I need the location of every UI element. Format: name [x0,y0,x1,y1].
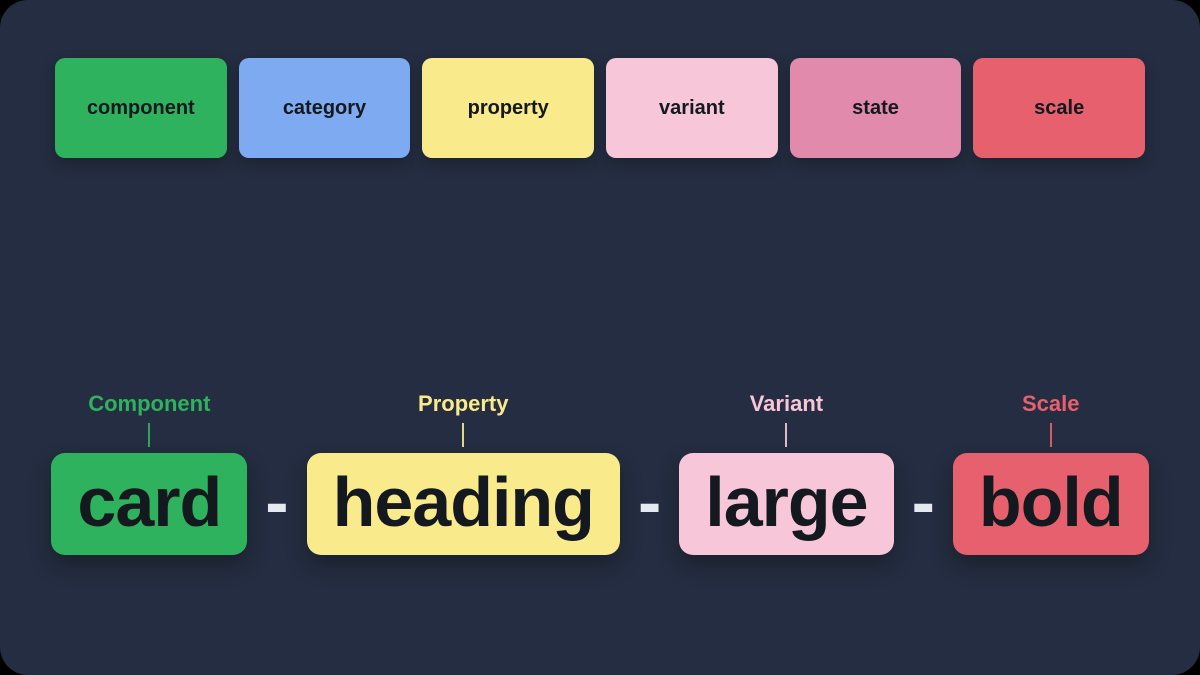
legend-chip-category: category [239,58,411,158]
connector-line [1050,423,1052,447]
separator-dash: - [638,467,661,555]
legend-chip-component: component [55,58,227,158]
token-caption: Property [418,391,508,417]
separator-dash: - [912,467,935,555]
diagram-canvas: component category property variant stat… [0,0,1200,675]
separator-dash: - [265,467,288,555]
legend-chip-property: property [422,58,594,158]
token-caption: Scale [1022,391,1080,417]
token-part-scale: Scale bold [953,391,1149,555]
legend-row: component category property variant stat… [55,58,1145,158]
token-caption: Component [88,391,210,417]
connector-line [785,423,787,447]
token-part-component: Component card [51,391,247,555]
legend-chip-scale: scale [973,58,1145,158]
token-part-variant: Variant large [679,391,893,555]
legend-chip-state: state [790,58,962,158]
token-value: large [679,453,893,555]
token-value: bold [953,453,1149,555]
token-example: Component card - Property heading - Vari… [0,391,1200,555]
token-part-property: Property heading [307,391,620,555]
token-value: heading [307,453,620,555]
connector-line [148,423,150,447]
connector-line [462,423,464,447]
token-value: card [51,453,247,555]
legend-chip-variant: variant [606,58,778,158]
token-caption: Variant [750,391,823,417]
